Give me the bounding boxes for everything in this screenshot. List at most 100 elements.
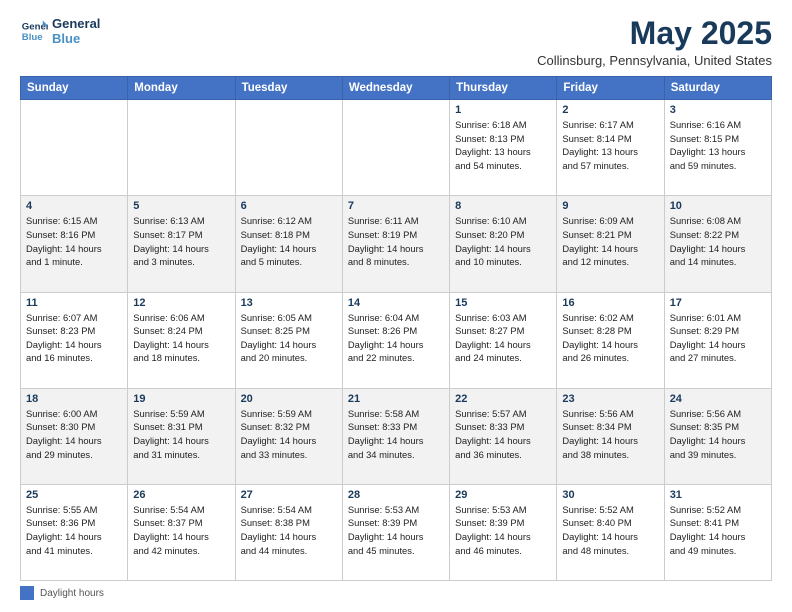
table-row: 29Sunrise: 5:53 AMSunset: 8:39 PMDayligh… [450, 484, 557, 580]
day-info: Sunrise: 5:57 AMSunset: 8:33 PMDaylight:… [455, 407, 551, 462]
day-number: 1 [455, 104, 551, 116]
day-number: 10 [670, 200, 766, 212]
col-wednesday: Wednesday [342, 77, 449, 100]
col-thursday: Thursday [450, 77, 557, 100]
day-number: 27 [241, 489, 337, 501]
table-row: 17 Sunrise: 6:01 AMSunset: 8:29 PMDayligh… [664, 292, 771, 388]
day-info: Sunrise: 6:10 AMSunset: 8:20 PMDaylight:… [455, 214, 551, 269]
day-number: 28 [348, 489, 444, 501]
day-number: 3 [670, 104, 766, 116]
col-tuesday: Tuesday [235, 77, 342, 100]
day-info: Sunrise: 6:00 AMSunset: 8:30 PMDaylight:… [26, 407, 122, 462]
col-friday: Friday [557, 77, 664, 100]
table-row: 3Sunrise: 6:16 AMSunset: 8:15 PMDaylight… [664, 100, 771, 196]
day-number: 18 [26, 393, 122, 405]
day-info: Sunrise: 5:59 AMSunset: 8:31 PMDaylight:… [133, 407, 229, 462]
day-info: Sunrise: 5:56 AMSunset: 8:35 PMDaylight:… [670, 407, 766, 462]
day-number: 24 [670, 393, 766, 405]
day-info: Sunrise: 5:55 AMSunset: 8:36 PMDaylight:… [26, 503, 122, 558]
month-title: May 2025 [537, 16, 772, 51]
table-row: 28 Sunrise: 5:53 AMSunset: 8:39 PMDayligh… [342, 484, 449, 580]
day-info: Sunrise: 6:08 AMSunset: 8:22 PMDaylight:… [670, 214, 766, 269]
day-number: 11 [26, 297, 122, 309]
day-info: Sunrise: 6:09 AMSunset: 8:21 PMDaylight:… [562, 214, 658, 269]
day-info: Sunrise: 6:12 AMSunset: 8:18 PMDaylight:… [241, 214, 337, 269]
day-info: Sunrise: 6:03 AMSunset: 8:27 PMDaylight:… [455, 311, 551, 366]
calendar-week-row: 11 Sunrise: 6:07 AMSunset: 8:23 PMDayligh… [21, 292, 772, 388]
day-number: 5 [133, 200, 229, 212]
day-info: Sunrise: 6:01 AMSunset: 8:29 PMDaylight:… [670, 311, 766, 366]
day-number: 13 [241, 297, 337, 309]
table-row: 7Sunrise: 6:11 AMSunset: 8:19 PMDaylight… [342, 196, 449, 292]
table-row: 16Sunrise: 6:02 AMSunset: 8:28 PMDayligh… [557, 292, 664, 388]
day-number: 14 [348, 297, 444, 309]
table-row: 15Sunrise: 6:03 AMSunset: 8:27 PMDayligh… [450, 292, 557, 388]
day-number: 8 [455, 200, 551, 212]
day-number: 30 [562, 489, 658, 501]
day-info: Sunrise: 6:11 AMSunset: 8:19 PMDaylight:… [348, 214, 444, 269]
day-number: 23 [562, 393, 658, 405]
day-info: Sunrise: 5:56 AMSunset: 8:34 PMDaylight:… [562, 407, 658, 462]
table-row: 18 Sunrise: 6:00 AMSunset: 8:30 PMDayligh… [21, 388, 128, 484]
day-info: Sunrise: 6:15 AMSunset: 8:16 PMDaylight:… [26, 214, 122, 269]
day-info: Sunrise: 6:07 AMSunset: 8:23 PMDaylight:… [26, 311, 122, 366]
calendar-week-row: 25 Sunrise: 5:55 AMSunset: 8:36 PMDayligh… [21, 484, 772, 580]
table-row: 21Sunrise: 5:58 AMSunset: 8:33 PMDayligh… [342, 388, 449, 484]
table-row: 30Sunrise: 5:52 AMSunset: 8:40 PMDayligh… [557, 484, 664, 580]
day-number: 26 [133, 489, 229, 501]
day-info: Sunrise: 6:05 AMSunset: 8:25 PMDaylight:… [241, 311, 337, 366]
table-row: 19Sunrise: 5:59 AMSunset: 8:31 PMDayligh… [128, 388, 235, 484]
day-number: 17 [670, 297, 766, 309]
day-info: Sunrise: 5:59 AMSunset: 8:32 PMDaylight:… [241, 407, 337, 462]
day-number: 2 [562, 104, 658, 116]
table-row: 11 Sunrise: 6:07 AMSunset: 8:23 PMDayligh… [21, 292, 128, 388]
legend-label: Daylight hours [40, 588, 104, 599]
legend-color-box [20, 586, 34, 600]
table-row [21, 100, 128, 196]
logo: General Blue General Blue [20, 16, 100, 46]
table-row: 24 Sunrise: 5:56 AMSunset: 8:35 PMDayligh… [664, 388, 771, 484]
logo-general: General [52, 16, 100, 31]
day-number: 20 [241, 393, 337, 405]
day-info: Sunrise: 6:04 AMSunset: 8:26 PMDaylight:… [348, 311, 444, 366]
table-row: 4 Sunrise: 6:15 AMSunset: 8:16 PMDaylight… [21, 196, 128, 292]
day-info: Sunrise: 6:17 AMSunset: 8:14 PMDaylight:… [562, 118, 658, 173]
table-row: 26Sunrise: 5:54 AMSunset: 8:37 PMDayligh… [128, 484, 235, 580]
day-number: 25 [26, 489, 122, 501]
footer: Daylight hours [20, 586, 772, 600]
header: General Blue General Blue May 2025 Colli… [20, 16, 772, 68]
day-number: 4 [26, 200, 122, 212]
table-row: 25 Sunrise: 5:55 AMSunset: 8:36 PMDayligh… [21, 484, 128, 580]
location-subtitle: Collinsburg, Pennsylvania, United States [537, 53, 772, 68]
day-number: 12 [133, 297, 229, 309]
table-row: 27 Sunrise: 5:54 AMSunset: 8:38 PMDayligh… [235, 484, 342, 580]
table-row: 13 Sunrise: 6:05 AMSunset: 8:25 PMDayligh… [235, 292, 342, 388]
table-row: 22Sunrise: 5:57 AMSunset: 8:33 PMDayligh… [450, 388, 557, 484]
table-row: 1 Sunrise: 6:18 AMSunset: 8:13 PMDaylight… [450, 100, 557, 196]
day-info: Sunrise: 6:18 AMSunset: 8:13 PMDaylight:… [455, 118, 551, 173]
day-info: Sunrise: 6:02 AMSunset: 8:28 PMDaylight:… [562, 311, 658, 366]
day-info: Sunrise: 5:54 AMSunset: 8:38 PMDaylight:… [241, 503, 337, 558]
day-number: 31 [670, 489, 766, 501]
col-sunday: Sunday [21, 77, 128, 100]
table-row: 31Sunrise: 5:52 AMSunset: 8:41 PMDayligh… [664, 484, 771, 580]
day-info: Sunrise: 5:53 AMSunset: 8:39 PMDaylight:… [348, 503, 444, 558]
table-row: 5 Sunrise: 6:13 AMSunset: 8:17 PMDaylight… [128, 196, 235, 292]
day-info: Sunrise: 6:06 AMSunset: 8:24 PMDaylight:… [133, 311, 229, 366]
page: General Blue General Blue May 2025 Colli… [0, 0, 792, 612]
day-info: Sunrise: 5:53 AMSunset: 8:39 PMDaylight:… [455, 503, 551, 558]
table-row: 14 Sunrise: 6:04 AMSunset: 8:26 PMDayligh… [342, 292, 449, 388]
table-row: 23 Sunrise: 5:56 AMSunset: 8:34 PMDayligh… [557, 388, 664, 484]
col-saturday: Saturday [664, 77, 771, 100]
title-block: May 2025 Collinsburg, Pennsylvania, Unit… [537, 16, 772, 68]
day-number: 9 [562, 200, 658, 212]
table-row [128, 100, 235, 196]
table-row: 20 Sunrise: 5:59 AMSunset: 8:32 PMDayligh… [235, 388, 342, 484]
footer-legend: Daylight hours [20, 586, 104, 600]
day-info: Sunrise: 6:13 AMSunset: 8:17 PMDaylight:… [133, 214, 229, 269]
calendar-week-row: 18 Sunrise: 6:00 AMSunset: 8:30 PMDayligh… [21, 388, 772, 484]
day-number: 21 [348, 393, 444, 405]
table-row [235, 100, 342, 196]
table-row: 9 Sunrise: 6:09 AMSunset: 8:21 PMDaylight… [557, 196, 664, 292]
logo-blue: Blue [52, 31, 100, 46]
